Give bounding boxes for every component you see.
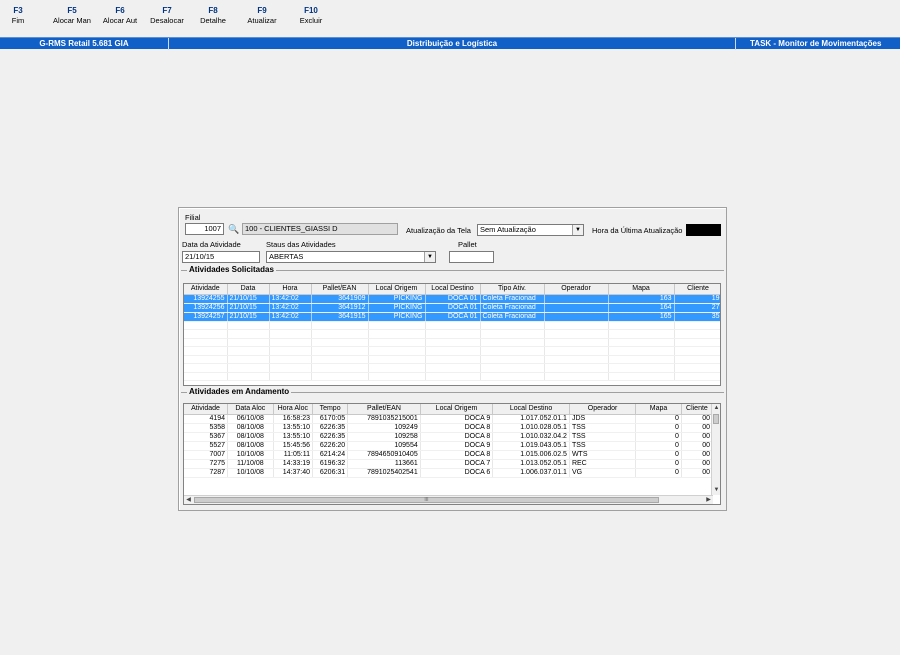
f8-detalhe-button[interactable]: F8 Detalhe [196, 6, 230, 26]
andamento-grid[interactable]: Atividade Data Aloc Hora Aloc Tempo Pall… [183, 403, 721, 505]
empty-row [184, 372, 720, 381]
table-row[interactable]: 5367 08/10/08 13:55:10 6226:35 109258 DO… [184, 432, 714, 442]
table-row[interactable]: 7287 10/10/08 14:37:40 6206:31 789102540… [184, 468, 714, 478]
solicitadas-title: Atividades Solicitadas [187, 265, 276, 275]
andamento-table: Atividade Data Aloc Hora Aloc Tempo Pall… [184, 404, 714, 478]
andamento-title: Atividades em Andamento [187, 387, 292, 397]
solicitadas-table: Atividade Data Hora Pallet/EAN Local Ori… [184, 284, 720, 381]
col-header[interactable]: Data [227, 284, 270, 295]
col-header[interactable]: Local Origem [368, 284, 426, 295]
col-header[interactable]: Tempo [312, 404, 349, 415]
empty-row [184, 338, 720, 347]
empty-row [184, 346, 720, 356]
filial-name-field: 100 - CLIENTES_GIASSI D [242, 223, 398, 235]
status-select[interactable]: ABERTAS ▼ [266, 251, 436, 263]
col-header[interactable]: Atividade [184, 404, 229, 415]
atualizacao-label: Atualização da Tela [406, 226, 471, 235]
andamento-header-row: Atividade Data Aloc Hora Aloc Tempo Pall… [184, 404, 714, 415]
table-row[interactable]: 4194 06/10/08 16:58:23 6170:05 789103521… [184, 414, 714, 424]
solicitadas-grid[interactable]: Atividade Data Hora Pallet/EAN Local Ori… [183, 283, 721, 386]
table-row[interactable]: 13924257 21/10/15 13:42:02 3641915 PICKI… [184, 312, 720, 322]
f6-alocar-aut-button[interactable]: F6 Alocar Aut [98, 6, 142, 26]
f9-atualizar-button[interactable]: F9 Atualizar [240, 6, 284, 26]
col-header[interactable]: Tipo Ativ. [480, 284, 545, 295]
col-header[interactable]: Pallet/EAN [311, 284, 369, 295]
empty-row [184, 329, 720, 339]
function-key-toolbar: F3 Fim F5 Alocar Man F6 Alocar Aut F7 De… [0, 0, 900, 36]
app-version: G-RMS Retail 5.681 GIA [39, 39, 129, 48]
col-header[interactable]: Cliente [681, 404, 714, 415]
hora-ultima-label: Hora da Última Atualização [592, 226, 683, 235]
col-header[interactable]: Mapa [635, 404, 682, 415]
f10-excluir-button[interactable]: F10 Excluir [292, 6, 330, 26]
app-header-bar: G-RMS Retail 5.681 GIA Distribuição e Lo… [0, 37, 900, 50]
f7-desalocar-button[interactable]: F7 Desalocar [146, 6, 188, 26]
table-row[interactable]: 5527 08/10/08 15:45:56 6226:20 109554 DO… [184, 441, 714, 451]
andamento-horizontal-scrollbar[interactable]: ◀ III ▶ [184, 495, 713, 504]
col-header[interactable]: Hora [269, 284, 312, 295]
col-header[interactable]: Pallet/EAN [347, 404, 421, 415]
table-row[interactable]: 7275 11/10/08 14:33:19 6196:32 113661 DO… [184, 459, 714, 469]
scroll-right-icon[interactable]: ▶ [704, 496, 713, 504]
task-title: TASK - Monitor de Movimentações [750, 39, 882, 48]
table-row[interactable]: 13924255 21/10/15 13:42:02 3641909 PICKI… [184, 294, 720, 304]
col-header[interactable]: Mapa [608, 284, 675, 295]
data-atividade-label: Data da Atividade [182, 240, 241, 249]
scroll-thumb[interactable]: III [194, 497, 659, 503]
filial-label: Filial [185, 213, 201, 222]
col-header[interactable]: Data Aloc [227, 404, 274, 415]
status-label: Staus das Atividades [266, 240, 336, 249]
atualizacao-select[interactable]: Sem Atualização ▼ [477, 224, 584, 236]
col-header[interactable]: Local Origem [420, 404, 494, 415]
filial-code-input[interactable]: 1007 [185, 223, 224, 235]
andamento-vertical-scrollbar[interactable]: ▲ ▼ [711, 404, 720, 495]
pallet-label: Pallet [458, 240, 477, 249]
col-header[interactable]: Local Destino [492, 404, 570, 415]
chevron-down-icon[interactable]: ▼ [424, 252, 435, 262]
module-title: Distribuição e Logística [406, 39, 498, 48]
col-header[interactable]: Atividade [184, 284, 228, 295]
hora-ultima-field [686, 224, 721, 236]
scroll-down-icon[interactable]: ▼ [712, 486, 720, 495]
f5-alocar-man-button[interactable]: F5 Alocar Man [50, 6, 94, 26]
f3-fim-button[interactable]: F3 Fim [6, 6, 30, 26]
empty-row [184, 363, 720, 373]
scroll-thumb[interactable] [713, 414, 719, 424]
col-header[interactable]: Operador [544, 284, 609, 295]
table-row[interactable]: 7007 10/10/08 11:05:11 6214:24 789465091… [184, 450, 714, 460]
scroll-up-icon[interactable]: ▲ [712, 404, 720, 413]
table-row[interactable]: 13924256 21/10/15 13:42:02 3641912 PICKI… [184, 303, 720, 313]
solicitadas-header-row: Atividade Data Hora Pallet/EAN Local Ori… [184, 284, 720, 295]
scroll-left-icon[interactable]: ◀ [184, 496, 193, 504]
monitor-panel: Filial 1007 🔍 100 - CLIENTES_GIASSI D At… [178, 207, 727, 511]
data-atividade-input[interactable]: 21/10/15 [182, 251, 260, 263]
pallet-input[interactable] [449, 251, 494, 263]
table-row[interactable]: 5358 08/10/08 13:55:10 6226:35 109249 DO… [184, 423, 714, 433]
col-header[interactable]: Cliente [674, 284, 720, 295]
empty-row [184, 355, 720, 364]
binoculars-search-icon[interactable]: 🔍 [228, 223, 239, 235]
col-header[interactable]: Local Destino [425, 284, 481, 295]
chevron-down-icon[interactable]: ▼ [572, 225, 583, 235]
col-header[interactable]: Operador [569, 404, 637, 415]
empty-row [184, 321, 720, 330]
col-header[interactable]: Hora Aloc [273, 404, 313, 415]
